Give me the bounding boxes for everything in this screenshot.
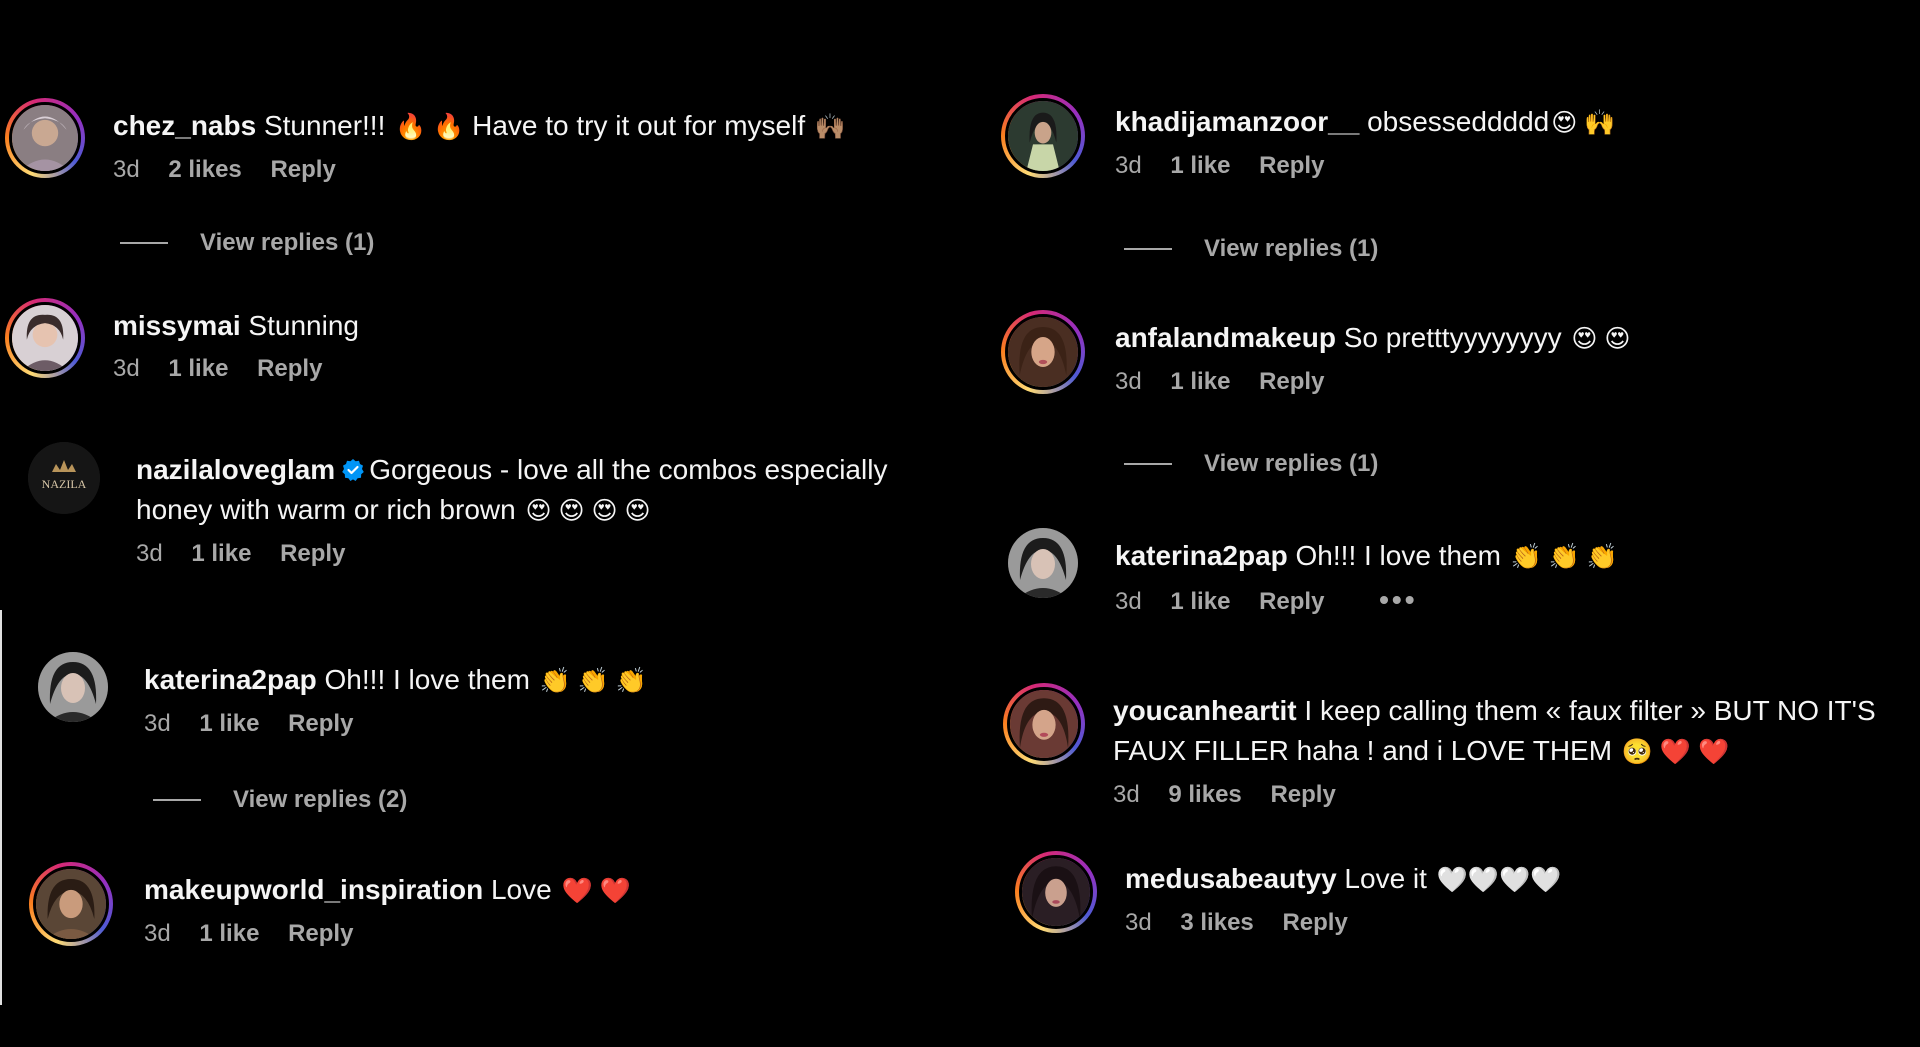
likes-count[interactable]: 1 like xyxy=(199,710,259,737)
heart-eyes-emoji: 😍 😍 xyxy=(1571,325,1631,353)
comment-username[interactable]: nazilaloveglam xyxy=(136,454,335,485)
comment-username[interactable]: chez_nabs xyxy=(113,110,256,141)
comment-text: I keep calling them « faux filter » BUT … xyxy=(1304,695,1876,726)
comment-text-line2: FAUX FILLER haha ! and i LOVE THEM xyxy=(1113,735,1620,766)
avatar[interactable] xyxy=(1003,683,1085,765)
more-options-icon[interactable]: ••• xyxy=(1379,584,1417,615)
reply-button[interactable]: Reply xyxy=(257,355,322,382)
avatar[interactable] xyxy=(5,98,85,178)
reply-button[interactable]: Reply xyxy=(1259,152,1324,179)
reply-button[interactable]: Reply xyxy=(270,156,335,183)
view-replies-button[interactable]: View replies (1) xyxy=(120,229,374,257)
comment-text: Stunner!!! xyxy=(263,110,386,141)
comment-age: 3d xyxy=(1113,781,1140,808)
avatar-logo: NAZILA xyxy=(28,442,100,514)
avatar[interactable] xyxy=(1008,528,1078,598)
comment-username[interactable]: medusabeautyy xyxy=(1125,863,1337,894)
view-replies-button[interactable]: View replies (2) xyxy=(153,786,407,814)
reply-button[interactable]: Reply xyxy=(1270,781,1335,808)
comment-text: obsesseddddd xyxy=(1367,106,1550,137)
replies-dash xyxy=(1124,463,1172,465)
pleading-face-emoji: 🥺 ❤️ ❤️ xyxy=(1621,738,1730,766)
comment-username[interactable]: youcanheartit xyxy=(1113,695,1297,726)
reply-button[interactable]: Reply xyxy=(288,710,353,737)
avatar-image xyxy=(1008,317,1078,387)
avatar[interactable] xyxy=(1001,310,1085,394)
reply-button[interactable]: Reply xyxy=(1259,588,1324,615)
avatar[interactable] xyxy=(38,652,108,722)
comment-username[interactable]: katerina2pap xyxy=(144,664,317,695)
avatar[interactable] xyxy=(1015,851,1097,933)
avatar[interactable]: NAZILA xyxy=(28,442,100,514)
clapping-hands-emoji: 👏 👏 👏 xyxy=(539,667,648,695)
comment-text: So pretttyyyyyyyy xyxy=(1343,322,1570,353)
comment-age: 3d xyxy=(144,710,171,737)
likes-count[interactable]: 1 like xyxy=(1170,368,1230,395)
reply-button[interactable]: Reply xyxy=(288,920,353,947)
view-replies-button[interactable]: View replies (1) xyxy=(1124,235,1378,263)
comment-age: 3d xyxy=(136,540,163,567)
likes-count[interactable]: 9 likes xyxy=(1168,781,1241,808)
replies-dash xyxy=(1124,248,1172,250)
comment-username[interactable]: katerina2pap xyxy=(1115,540,1288,571)
raised-hands-emoji: 🙌🏽 xyxy=(814,113,847,141)
likes-count[interactable]: 1 like xyxy=(199,920,259,947)
likes-count[interactable]: 1 like xyxy=(1170,152,1230,179)
comment-username[interactable]: anfalandmakeup xyxy=(1115,322,1336,353)
view-replies-button[interactable]: View replies (1) xyxy=(1124,450,1378,478)
thread-indicator-line xyxy=(0,610,2,1005)
white-heart-emoji: 🤍🤍🤍🤍 xyxy=(1436,866,1562,894)
comment-text: Gorgeous - love all the combos especiall… xyxy=(369,454,888,485)
reply-button[interactable]: Reply xyxy=(280,540,345,567)
view-replies-label: View replies (1) xyxy=(1204,235,1379,262)
comment-text: Oh!!! I love them xyxy=(324,664,538,695)
comment-text-line2: honey with warm or rich brown xyxy=(136,494,524,525)
comment-age: 3d xyxy=(113,355,140,382)
view-replies-label: View replies (2) xyxy=(233,786,408,813)
avatar-image xyxy=(1010,690,1078,758)
replies-dash xyxy=(153,799,201,801)
comment-username[interactable]: missymai xyxy=(113,310,241,341)
comment-age: 3d xyxy=(144,920,171,947)
verified-badge-icon xyxy=(342,459,364,481)
comment-age: 3d xyxy=(1115,588,1142,615)
svg-text:NAZILA: NAZILA xyxy=(42,477,87,491)
comment-text: Stunning xyxy=(248,310,359,341)
avatar[interactable] xyxy=(29,862,113,946)
comment-text: Love xyxy=(490,874,560,905)
comment-age: 3d xyxy=(1115,152,1142,179)
comment-age: 3d xyxy=(1115,368,1142,395)
view-replies-label: View replies (1) xyxy=(1204,450,1379,477)
avatar-image xyxy=(1022,858,1090,926)
likes-count[interactable]: 1 like xyxy=(1170,588,1230,615)
likes-count[interactable]: 1 like xyxy=(191,540,251,567)
comment-age: 3d xyxy=(1125,909,1152,936)
avatar-image xyxy=(36,869,106,939)
reply-button[interactable]: Reply xyxy=(1259,368,1324,395)
avatar-image xyxy=(12,105,78,171)
avatar[interactable] xyxy=(5,298,85,378)
comment-age: 3d xyxy=(113,156,140,183)
fire-emoji: 🔥 🔥 xyxy=(395,113,465,141)
heart-eyes-emoji: 😍 😍 😍 😍 xyxy=(525,497,651,525)
avatar-image xyxy=(1008,528,1078,598)
replies-dash xyxy=(120,242,168,244)
heart-eyes-emoji: 😍 🙌 xyxy=(1551,109,1616,137)
likes-count[interactable]: 1 like xyxy=(168,355,228,382)
avatar-image xyxy=(12,305,78,371)
reply-button[interactable]: Reply xyxy=(1282,909,1347,936)
avatar-image xyxy=(1008,101,1078,171)
view-replies-label: View replies (1) xyxy=(200,229,375,256)
likes-count[interactable]: 2 likes xyxy=(168,156,241,183)
comment-text-continued: Have to try it out for myself xyxy=(472,110,813,141)
red-heart-emoji: ❤️ ❤️ xyxy=(561,877,631,905)
avatar-image xyxy=(38,652,108,722)
comment-text: Oh!!! I love them xyxy=(1295,540,1509,571)
comment-text: Love it xyxy=(1344,863,1435,894)
clapping-hands-emoji: 👏 👏 👏 xyxy=(1510,543,1619,571)
likes-count[interactable]: 3 likes xyxy=(1180,909,1253,936)
avatar[interactable] xyxy=(1001,94,1085,178)
comment-username[interactable]: makeupworld_inspiration xyxy=(144,874,483,905)
comment-username[interactable]: khadijamanzoor__ xyxy=(1115,106,1359,137)
